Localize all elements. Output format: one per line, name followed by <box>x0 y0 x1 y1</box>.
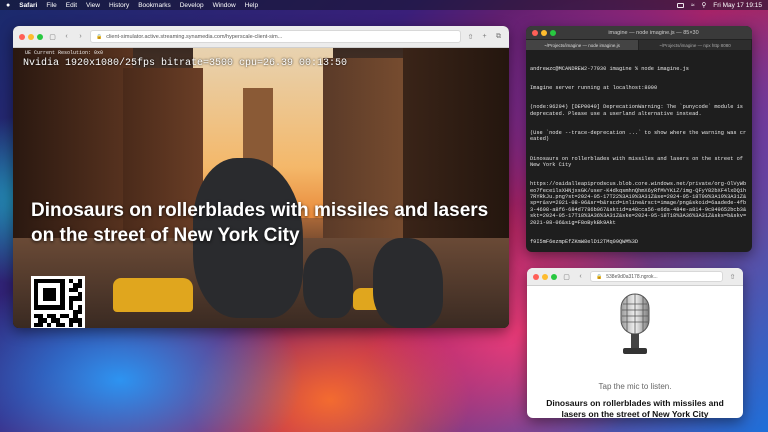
share-icon[interactable]: ⇧ <box>466 33 475 41</box>
terminal-window: imagine — node imagine.js — 85×30 ~/Proj… <box>526 26 752 252</box>
url-text: client-simulator.active.streaming.syname… <box>106 33 283 40</box>
terminal-line: Dinosaurs on rollerblades with missiles … <box>530 155 747 168</box>
window-controls <box>19 33 43 40</box>
zoom-button[interactable] <box>551 273 557 280</box>
wifi-icon[interactable]: ≈ <box>691 2 695 9</box>
stats-top: UE Current Resolution: 0x0 <box>25 50 104 56</box>
terminal-output[interactable]: andrewzc@MCANDREW2-77930 imagine % node … <box>526 50 752 252</box>
close-button[interactable] <box>532 29 538 36</box>
mic-area: Tap the mic to listen. Dinosaurs on roll… <box>527 286 743 418</box>
status-area: ≈ ⚲ Fri May 17 19:15 <box>676 1 762 9</box>
menu-edit[interactable]: Edit <box>66 2 77 9</box>
search-icon[interactable]: ⚲ <box>701 1 706 9</box>
safari-toolbar-small: ▢ ‹ 🔒 538e9d0a3178.ngrok... ⇧ <box>527 268 743 286</box>
back-icon[interactable]: ‹ <box>62 33 71 40</box>
terminal-tab-1[interactable]: ~/Projects/imagine — node imagine.js <box>526 40 639 50</box>
close-button[interactable] <box>533 273 539 280</box>
window-controls <box>533 273 557 280</box>
lock-icon: 🔒 <box>596 273 603 280</box>
minimize-button[interactable] <box>542 273 548 280</box>
zoom-button[interactable] <box>37 33 43 40</box>
terminal-tabs: ~/Projects/imagine — node imagine.js ~/P… <box>526 40 752 50</box>
terminal-line: f9I5mF6ezmpEfZKmW8elD12TMq09QWM%3D <box>530 238 639 245</box>
sidebar-icon[interactable]: ▢ <box>48 33 57 41</box>
apple-icon[interactable]: ● <box>6 2 10 9</box>
terminal-line: https://oaidalleapiprodscus.blob.core.wi… <box>530 181 747 226</box>
zoom-button[interactable] <box>550 29 556 36</box>
menu-bookmarks[interactable]: Bookmarks <box>138 2 171 9</box>
menu-history[interactable]: History <box>109 2 129 9</box>
back-icon[interactable]: ‹ <box>576 273 585 280</box>
video-stream[interactable]: UE Current Resolution: 0x0 Nvidia 1920x1… <box>13 48 509 328</box>
terminal-line: (node:96294) [DEP0040] DeprecationWarnin… <box>530 104 747 117</box>
microphone-icon[interactable] <box>613 292 657 360</box>
url-text: 538e9d0a3178.ngrok... <box>606 273 658 280</box>
terminal-tab-2[interactable]: ~/Projects/imagine — npx http 8080 <box>639 40 752 50</box>
menu-view[interactable]: View <box>86 2 100 9</box>
terminal-line: (Use `node --trace-deprecation ...` to s… <box>530 129 747 143</box>
sidebar-icon[interactable]: ▢ <box>562 273 571 281</box>
menu-window[interactable]: Window <box>213 2 236 9</box>
safari-window-main: ▢ ‹ › 🔒 client-simulator.active.streamin… <box>13 26 509 328</box>
stream-stats: Nvidia 1920x1080/25fps bitrate=3500 cpu=… <box>23 58 348 69</box>
qr-code <box>31 276 85 328</box>
tap-instruction: Tap the mic to listen. <box>598 382 672 391</box>
menu-app-safari[interactable]: Safari <box>19 2 37 9</box>
terminal-line: Imagine server running at localhost:8000 <box>530 85 658 92</box>
forward-icon[interactable]: › <box>76 33 85 40</box>
minimize-button[interactable] <box>28 33 34 40</box>
video-caption: Dinosaurs on rollerblades with missiles … <box>31 200 489 246</box>
close-button[interactable] <box>19 33 25 40</box>
address-bar[interactable]: 🔒 538e9d0a3178.ngrok... <box>590 271 723 282</box>
menu-help[interactable]: Help <box>245 2 258 9</box>
menu-bar: ● Safari File Edit View History Bookmark… <box>0 0 768 10</box>
tabs-icon[interactable]: ⧉ <box>494 33 503 41</box>
new-tab-icon[interactable]: + <box>480 33 489 40</box>
minimize-button[interactable] <box>541 29 547 36</box>
terminal-title: imagine — node imagine.js — 85×30 <box>608 29 699 36</box>
safari-window-small: ▢ ‹ 🔒 538e9d0a3178.ngrok... ⇧ Tap the mi… <box>527 268 743 418</box>
share-icon[interactable]: ⇧ <box>728 273 737 281</box>
menu-file[interactable]: File <box>46 2 56 9</box>
lock-icon: 🔒 <box>96 33 103 40</box>
address-bar[interactable]: 🔒 client-simulator.active.streaming.syna… <box>90 30 461 43</box>
terminal-line: andrewzc@MCANDREW2-77930 imagine % node … <box>530 65 689 72</box>
battery-icon[interactable] <box>676 2 684 8</box>
window-controls <box>532 29 556 36</box>
safari-toolbar: ▢ ‹ › 🔒 client-simulator.active.streamin… <box>13 26 509 48</box>
clock[interactable]: Fri May 17 19:15 <box>713 2 762 9</box>
prompt-caption: Dinosaurs on rollerblades with missiles … <box>546 398 724 418</box>
menu-develop[interactable]: Develop <box>180 2 204 9</box>
taxi <box>113 278 193 312</box>
terminal-toolbar: imagine — node imagine.js — 85×30 <box>526 26 752 40</box>
